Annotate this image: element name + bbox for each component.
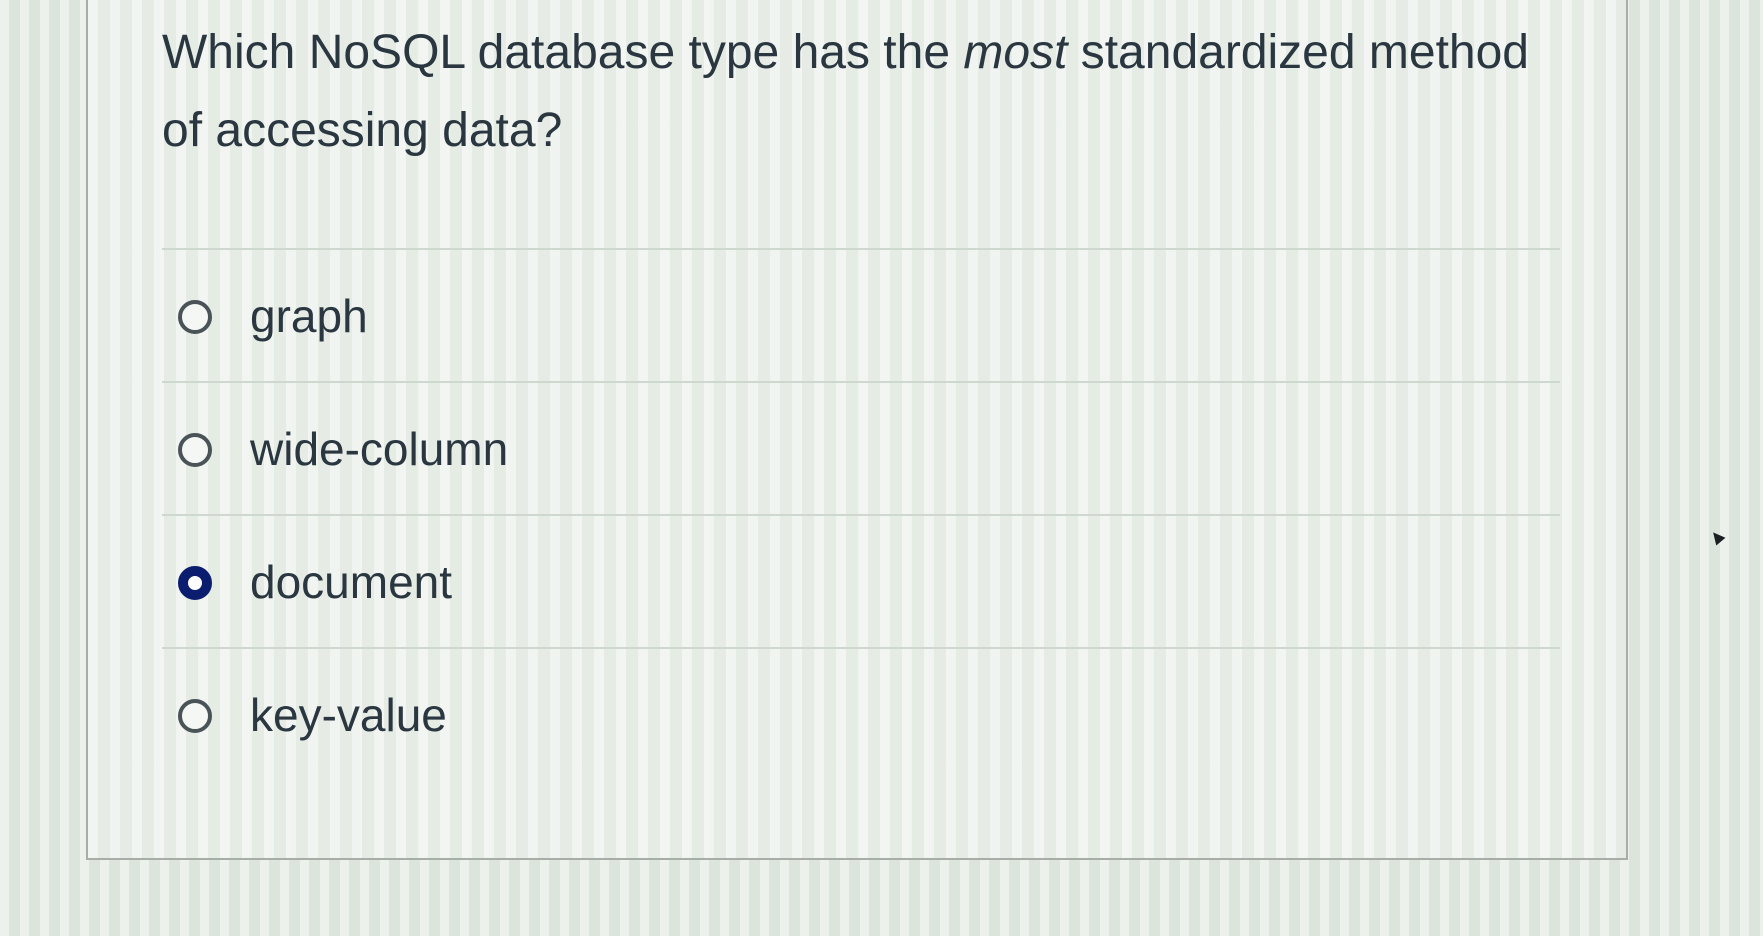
answer-option-document[interactable]: document	[162, 514, 1560, 647]
answer-label-wide-column: wide-column	[250, 423, 509, 475]
answer-label-key-value: key-value	[250, 689, 447, 741]
radio-button-graph[interactable]	[178, 300, 212, 334]
answer-label-graph: graph	[250, 290, 368, 342]
question-text-start: Which NoSQL database type has the	[162, 26, 964, 79]
answer-option-wide-column[interactable]: wide-column	[162, 381, 1560, 514]
question-text: Which NoSQL database type has the most s…	[162, 14, 1562, 170]
answer-option-key-value[interactable]: key-value	[162, 647, 1560, 780]
mouse-cursor-icon	[1708, 528, 1726, 546]
answer-option-graph[interactable]: graph	[162, 248, 1560, 381]
quiz-question-card: Which NoSQL database type has the most s…	[86, 0, 1628, 860]
radio-button-key-value[interactable]	[178, 699, 212, 733]
question-emphasis: most	[963, 26, 1068, 79]
answer-label-document: document	[250, 556, 453, 608]
radio-button-document[interactable]	[178, 566, 212, 600]
radio-button-wide-column[interactable]	[178, 433, 212, 467]
answer-options: graph wide-column document key-value	[162, 248, 1560, 780]
